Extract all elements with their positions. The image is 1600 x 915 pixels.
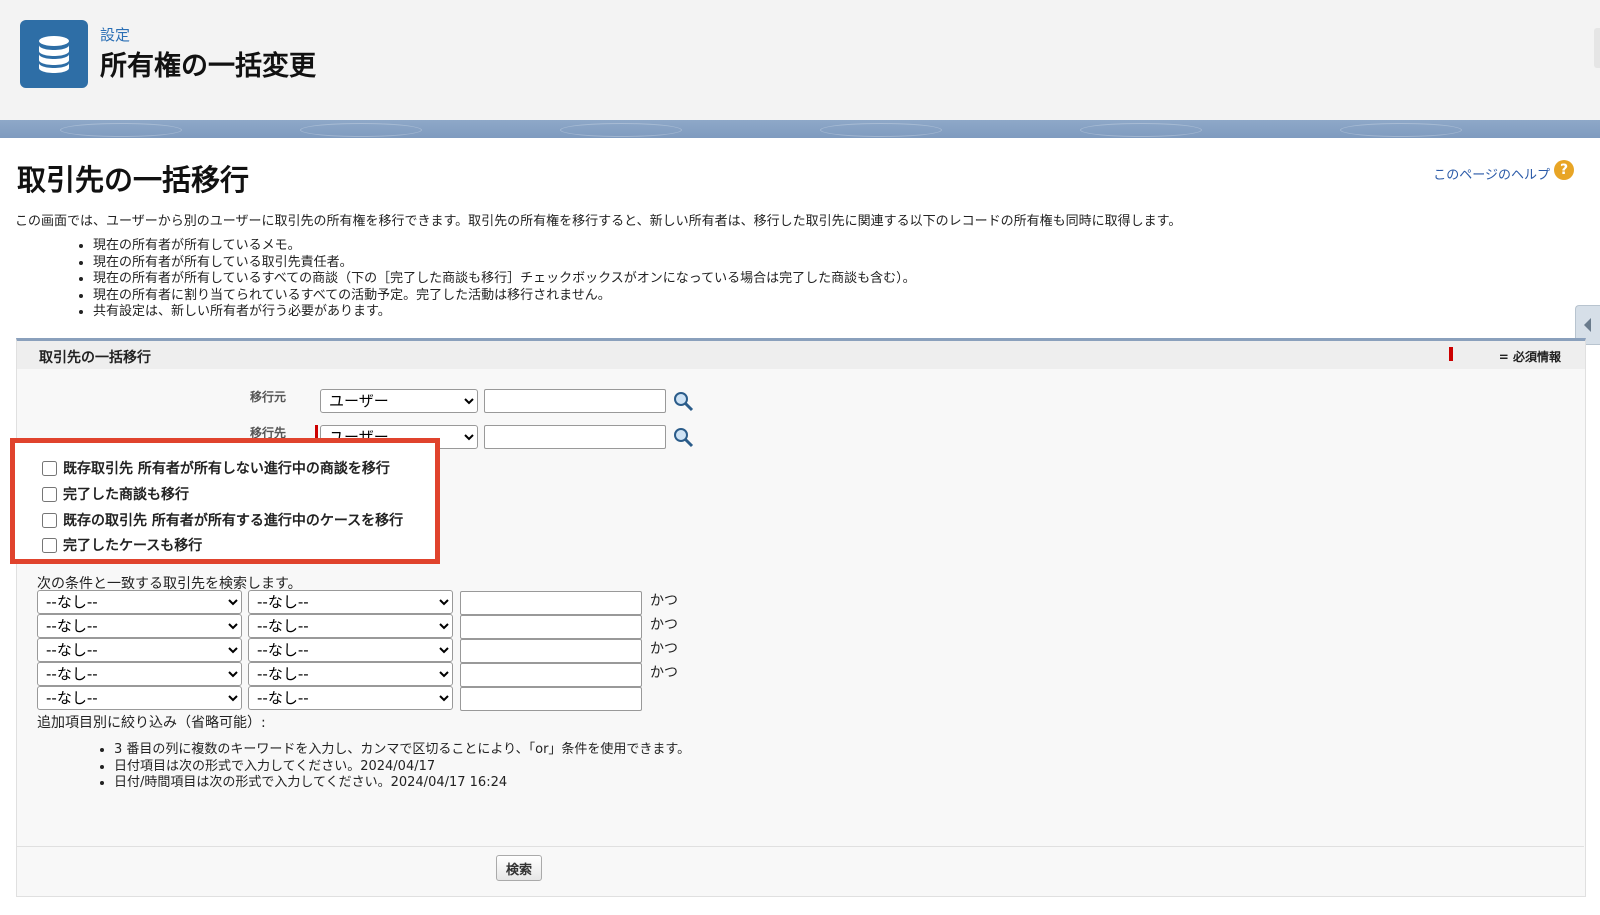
transfer-notes-list: 現在の所有者が所有しているメモ。 現在の所有者が所有している取引先責任者。 現在… — [75, 238, 916, 321]
filter-value-input[interactable] — [460, 615, 642, 639]
and-label: かつ — [650, 665, 678, 681]
and-label: かつ — [650, 641, 678, 657]
filter-operator-select[interactable]: --なし-- — [248, 662, 453, 686]
required-legend: = 必須情報 — [1498, 350, 1561, 364]
checkbox-label: 完了した商談も移行 — [63, 487, 189, 503]
decorative-band — [0, 120, 1600, 138]
from-user-input[interactable] — [484, 389, 666, 413]
filter-value-input[interactable] — [460, 687, 642, 711]
from-label: 移行元 — [250, 390, 287, 404]
filter-field-select[interactable]: --なし-- — [37, 614, 242, 638]
to-user-input[interactable] — [484, 425, 666, 449]
checkbox-label: 既存取引先 所有者が所有しない進行中の商談を移行 — [63, 461, 390, 477]
list-item: 現在の所有者に割り当てられているすべての活動予定。完了した活動は移行されません。 — [93, 288, 916, 305]
database-icon — [20, 20, 88, 88]
page-header: 設定 所有権の一括変更 — [0, 0, 1600, 121]
checkbox-open-opportunities[interactable]: 既存取引先 所有者が所有しない進行中の商談を移行 — [42, 458, 390, 478]
filter-field-select[interactable]: --なし-- — [37, 638, 242, 662]
filter-field-select[interactable]: --なし-- — [37, 590, 242, 614]
filter-tips-list: 3 番目の列に複数のキーワードを入力し、カンマで区切ることにより、「or」条件を… — [98, 742, 690, 792]
list-item: 3 番目の列に複数のキーワードを入力し、カンマで区切ることにより、「or」条件を… — [114, 742, 690, 759]
list-item: 現在の所有者が所有している取引先責任者。 — [93, 255, 916, 272]
from-type-select[interactable]: ユーザー — [320, 389, 478, 413]
filter-field-select[interactable]: --なし-- — [37, 662, 242, 686]
panel-header: 取引先の一括移行 = 必須情報 — [17, 341, 1585, 369]
filter-value-input[interactable] — [460, 639, 642, 663]
checkbox[interactable] — [42, 460, 57, 476]
help-link[interactable]: このページのヘルプ — [1433, 164, 1550, 183]
list-item: 共有設定は、新しい所有者が行う必要があります。 — [93, 304, 916, 321]
and-label: かつ — [650, 593, 678, 609]
checkbox-closed-opportunities[interactable]: 完了した商談も移行 — [42, 484, 189, 504]
list-item: 現在の所有者が所有しているメモ。 — [93, 238, 916, 255]
checkbox[interactable] — [42, 537, 57, 553]
page-title: 所有権の一括変更 — [100, 51, 316, 82]
checkbox[interactable] — [42, 486, 57, 502]
search-button[interactable]: 検索 — [496, 855, 542, 881]
filter-field-select[interactable]: --なし-- — [37, 686, 242, 710]
lookup-search-icon[interactable] — [672, 390, 694, 412]
checkbox-label: 完了したケースも移行 — [63, 538, 203, 554]
panel-title: 取引先の一括移行 — [39, 350, 151, 366]
header-edge-handle — [1594, 28, 1600, 68]
help-icon[interactable]: ? — [1554, 160, 1574, 180]
lookup-search-icon[interactable] — [672, 426, 694, 448]
filter-operator-select[interactable]: --なし-- — [248, 638, 453, 662]
list-item: 日付項目は次の形式で入力してください。2024/04/17 — [114, 759, 690, 776]
required-indicator — [1449, 347, 1453, 361]
list-item: 日付/時間項目は次の形式で入力してください。2024/04/17 16:24 — [114, 775, 690, 792]
checkbox-open-cases[interactable]: 既存の取引先 所有者が所有する進行中のケースを移行 — [42, 510, 403, 530]
optional-filter-title: 追加項目別に絞り込み（省略可能）: — [37, 715, 266, 731]
filter-value-input[interactable] — [460, 663, 642, 687]
checkbox[interactable] — [42, 512, 57, 528]
filter-operator-select[interactable]: --なし-- — [248, 614, 453, 638]
section-heading: 取引先の一括移行 — [17, 163, 250, 197]
intro-text: この画面では、ユーザーから別のユーザーに取引先の所有権を移行できます。取引先の所… — [15, 214, 1182, 229]
breadcrumb[interactable]: 設定 — [100, 24, 130, 45]
list-item: 現在の所有者が所有しているすべての商談（下の［完了した商談も移行］チェックボック… — [93, 271, 916, 288]
filter-operator-select[interactable]: --なし-- — [248, 590, 453, 614]
checkbox-closed-cases[interactable]: 完了したケースも移行 — [42, 535, 202, 555]
checkbox-label: 既存の取引先 所有者が所有する進行中のケースを移行 — [63, 513, 404, 529]
filter-operator-select[interactable]: --なし-- — [248, 686, 453, 710]
filter-value-input[interactable] — [460, 591, 642, 615]
and-label: かつ — [650, 617, 678, 633]
divider — [16, 846, 1584, 847]
